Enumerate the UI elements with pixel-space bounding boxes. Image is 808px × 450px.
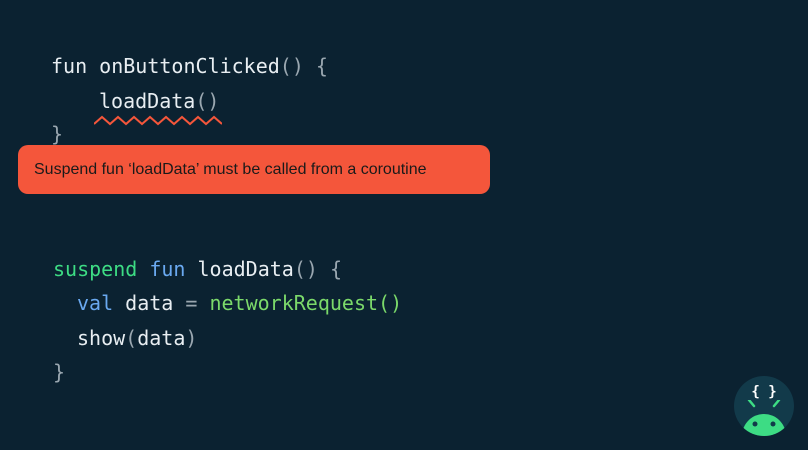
function-call-networkrequest: networkRequest — [197, 291, 379, 315]
close-brace: } — [53, 360, 66, 384]
code-line-close-brace: } — [51, 122, 63, 146]
keyword-suspend: suspend — [53, 257, 138, 281]
braces-label: { } — [751, 384, 777, 400]
keyword-val: val — [77, 291, 114, 315]
code-line-onbuttonclicked: fun onButtonClicked() { — [51, 54, 328, 78]
parens: () — [195, 89, 220, 113]
function-name: onButtonClicked — [99, 54, 280, 78]
error-message: Suspend fun ‘loadData’ must be called fr… — [34, 160, 427, 178]
open-paren: ( — [125, 326, 138, 350]
close-brace: } — [51, 122, 64, 146]
open-brace: { — [303, 54, 328, 78]
close-paren: ) — [185, 326, 198, 350]
parens: () — [378, 291, 403, 315]
code-line-suspend-fun: suspend fun loadData() { — [53, 257, 342, 281]
keyword-fun: fun — [51, 54, 100, 78]
function-name: loadData — [197, 257, 294, 281]
code-line-show: show(data) — [77, 326, 197, 350]
android-icon — [742, 400, 786, 436]
error-tooltip: Suspend fun ‘loadData’ must be called fr… — [18, 145, 490, 194]
code-line-loaddata-call: loadData() — [99, 89, 219, 113]
android-logo: { } — [734, 376, 794, 436]
open-brace: { — [317, 257, 343, 281]
code-line-val-data: val data = networkRequest() — [77, 291, 402, 315]
parens: () — [279, 54, 304, 78]
equals-sign: = — [185, 291, 198, 315]
function-call-show: show — [77, 326, 126, 350]
parens: () — [293, 257, 318, 281]
keyword-fun: fun — [137, 257, 198, 281]
code-slide: fun onButtonClicked() { loadData() } Sus… — [0, 0, 808, 450]
error-squiggle-underline — [94, 115, 222, 126]
code-line-close-brace-2: } — [53, 360, 65, 384]
variable-data: data — [113, 291, 186, 315]
argument-data: data — [137, 326, 186, 350]
function-call-loaddata: loadData — [99, 89, 196, 113]
